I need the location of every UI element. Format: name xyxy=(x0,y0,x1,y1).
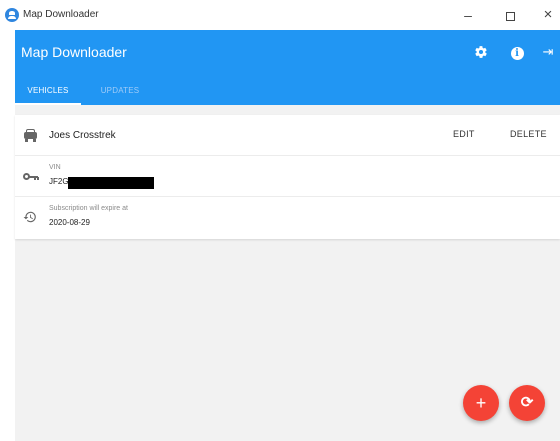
vin-label: VIN xyxy=(49,164,61,171)
settings-icon[interactable] xyxy=(471,42,491,62)
car-icon xyxy=(23,128,39,142)
vehicle-name-row: Joes Crosstrek EDIT DELETE xyxy=(15,115,560,156)
add-vehicle-button[interactable]: + xyxy=(463,385,499,421)
window-titlebar: Map Downloader – × xyxy=(0,0,560,30)
delete-button[interactable]: DELETE xyxy=(510,129,547,139)
edit-button[interactable]: EDIT xyxy=(453,129,475,139)
tab-vehicles[interactable]: VEHICLES xyxy=(15,79,81,105)
maximize-button[interactable] xyxy=(498,4,522,26)
tab-updates[interactable]: UPDATES xyxy=(95,79,145,105)
vin-redaction xyxy=(68,177,154,189)
vehicle-card: Joes Crosstrek EDIT DELETE VIN JF2G Subs… xyxy=(15,115,560,239)
window-title: Map Downloader xyxy=(23,9,99,20)
app-title: Map Downloader xyxy=(21,44,127,60)
content-area: Joes Crosstrek EDIT DELETE VIN JF2G Subs… xyxy=(15,105,560,441)
info-icon[interactable]: i xyxy=(507,42,527,62)
exit-icon[interactable]: ⇥ xyxy=(538,42,558,62)
history-icon xyxy=(23,210,39,224)
minimize-button[interactable]: – xyxy=(456,4,480,26)
info-glyph: i xyxy=(510,47,524,60)
close-button[interactable]: × xyxy=(536,4,560,26)
vin-value: JF2G xyxy=(49,177,69,186)
app-logo-icon xyxy=(5,8,19,22)
vin-row: VIN JF2G xyxy=(15,156,560,197)
vehicle-name: Joes Crosstrek xyxy=(49,130,116,141)
key-icon xyxy=(23,169,39,183)
subscription-date: 2020-08-29 xyxy=(49,218,90,227)
maximize-icon xyxy=(505,11,515,21)
subscription-label: Subscription will expire at xyxy=(49,205,128,212)
app-bar: Map Downloader i ⇥ VEHICLES UPDATES xyxy=(15,30,560,105)
refresh-button[interactable]: ⟳ xyxy=(509,385,545,421)
subscription-row: Subscription will expire at 2020-08-29 xyxy=(15,197,560,238)
tab-bar: VEHICLES UPDATES xyxy=(15,79,560,105)
